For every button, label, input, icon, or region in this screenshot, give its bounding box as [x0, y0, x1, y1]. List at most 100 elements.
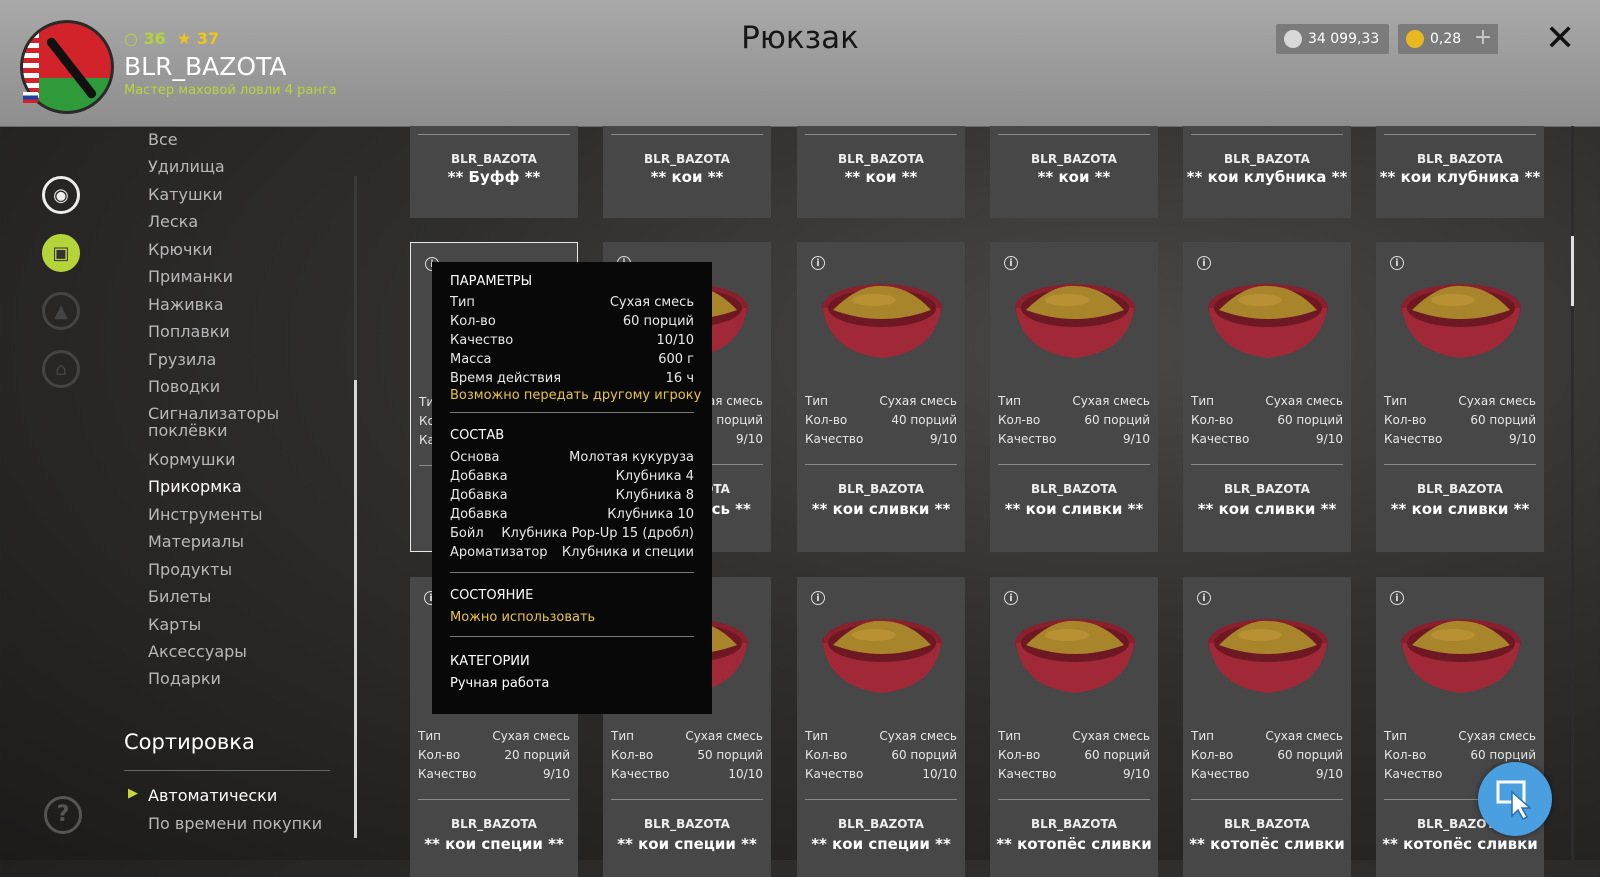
inventory-card[interactable]: BLR_BAZOTA ** Буфф **	[410, 126, 578, 218]
category-item[interactable]: Аксессуары	[148, 642, 247, 661]
stat-label: Качество	[998, 767, 1057, 781]
groundbait-bowl-image	[1398, 282, 1524, 362]
category-item[interactable]: Все	[148, 130, 178, 149]
fish-icon[interactable]: ◉	[42, 176, 80, 214]
stat-value: 9/10	[1316, 767, 1343, 781]
item-owner: BLR_BAZOTA	[838, 482, 924, 496]
silver-balance: 34 099,33	[1276, 24, 1390, 54]
inventory-card[interactable]: i Тип Сухая смесь Кол-во 60 порций Качество 9/…	[990, 242, 1158, 552]
category-item[interactable]: Билеты	[148, 587, 211, 606]
param-value: 600 г	[658, 352, 694, 367]
stat-value: Сухая смесь	[1458, 394, 1536, 408]
composition-value: Клубника Pop-Up 15 (дробл)	[501, 526, 694, 541]
category-item[interactable]: Сигнализаторы поклёвки	[148, 405, 288, 439]
composition-label: Основа	[450, 450, 500, 465]
inventory-card[interactable]: BLR_BAZOTA ** кои **	[797, 126, 965, 218]
divider	[998, 134, 1150, 135]
close-icon[interactable]: ✕	[1545, 19, 1575, 59]
cursor-mode-button[interactable]	[1478, 762, 1552, 836]
category-item[interactable]: Материалы	[148, 532, 244, 551]
info-icon[interactable]: i	[1004, 256, 1018, 270]
category-item[interactable]: Леска	[148, 212, 198, 231]
tent-icon[interactable]: ▲	[42, 292, 80, 330]
param-value: 60 порций	[622, 314, 694, 329]
category-item[interactable]: Наживка	[148, 295, 224, 314]
composition-value: Молотая кукуруза	[569, 450, 694, 465]
stat-value: Сухая смесь	[1072, 394, 1150, 408]
stat-label: Тип	[611, 729, 634, 743]
info-icon[interactable]: i	[811, 591, 825, 605]
info-icon[interactable]: i	[1390, 256, 1404, 270]
composition-value: Клубника 4	[615, 469, 694, 484]
stat-label: Кол-во	[1191, 413, 1234, 427]
category-item[interactable]: Инструменты	[148, 505, 263, 524]
category-item[interactable]: Карты	[148, 615, 201, 634]
category-item[interactable]: Прикормка	[148, 477, 242, 496]
stat-label: Тип	[1384, 394, 1407, 408]
stat-label: Кол-во	[1384, 748, 1427, 762]
info-icon[interactable]: i	[1197, 256, 1211, 270]
category-item[interactable]: Поводки	[148, 377, 220, 396]
stat-value: 10/10	[728, 767, 763, 781]
inventory-card[interactable]: i Тип Сухая смесь Кол-во 60 порций Качество 9/…	[990, 577, 1158, 877]
inventory-card[interactable]: BLR_BAZOTA ** кои **	[603, 126, 771, 218]
help-icon[interactable]: ?	[44, 796, 82, 834]
inventory-card[interactable]: i Тип Сухая смесь Кол-во 60 порций Качество 9/…	[1183, 577, 1351, 877]
item-owner: BLR_BAZOTA	[838, 152, 924, 166]
category-item[interactable]: Удилища	[148, 157, 225, 176]
info-icon[interactable]: i	[1390, 591, 1404, 605]
sort-option-time[interactable]: По времени покупки	[148, 814, 322, 833]
category-item[interactable]: Приманки	[148, 267, 233, 286]
divider	[1191, 799, 1343, 800]
stat-label: Качество	[998, 432, 1057, 446]
category-item[interactable]: Крючки	[148, 240, 213, 259]
stat-row: Тип Сухая смесь	[998, 394, 1150, 410]
divider	[805, 134, 957, 135]
stat-label: Тип	[805, 729, 828, 743]
inventory-card[interactable]: BLR_BAZOTA ** кои клубника **	[1376, 126, 1544, 218]
gold-balance: 0,28	[1398, 24, 1472, 54]
item-owner: BLR_BAZOTA	[1417, 152, 1503, 166]
home-icon[interactable]: ⌂	[42, 350, 80, 388]
category-item[interactable]: Поплавки	[148, 322, 230, 341]
inventory-card[interactable]: i Тип Сухая смесь Кол-во 60 порций Качество 10…	[797, 577, 965, 877]
stat-row: Кол-во 60 порций	[1191, 748, 1343, 764]
info-icon[interactable]: i	[1004, 591, 1018, 605]
stat-value: Сухая смесь	[1458, 729, 1536, 743]
category-item[interactable]: Катушки	[148, 185, 223, 204]
info-icon[interactable]: i	[811, 256, 825, 270]
category-scroll-thumb[interactable]	[354, 380, 357, 838]
stat-label: Кол-во	[805, 748, 848, 762]
stat-label: Качество	[805, 767, 864, 781]
item-owner: BLR_BAZOTA	[1224, 817, 1310, 831]
inventory-card[interactable]: i Тип Сухая смесь Кол-во 40 порций Качество 9/…	[797, 242, 965, 552]
category-item[interactable]: Продукты	[148, 560, 232, 579]
inventory-card[interactable]: BLR_BAZOTA ** кои клубника **	[1183, 126, 1351, 218]
sort-option-auto[interactable]: Автоматически	[148, 786, 277, 805]
inventory-card[interactable]: i Тип Сухая смесь Кол-во 60 порций Качество 9/…	[1183, 242, 1351, 552]
category-item[interactable]: Подарки	[148, 669, 221, 688]
stat-row: Кол-во 50 порций	[611, 748, 763, 764]
divider	[805, 799, 957, 800]
stat-label: Качество	[1191, 432, 1250, 446]
divider	[1384, 134, 1536, 135]
category-item[interactable]: Грузила	[148, 350, 216, 369]
stat-row: Кол-во 60 порций	[998, 748, 1150, 764]
groundbait-bowl-image	[1205, 282, 1331, 362]
grid-scroll-thumb[interactable]	[1571, 236, 1574, 306]
stat-label: Качество	[611, 767, 670, 781]
tooltip-composition-row: Основа Молотая кукуруза	[450, 450, 694, 468]
inventory-card[interactable]: BLR_BAZOTA ** кои **	[990, 126, 1158, 218]
category-item[interactable]: Кормушки	[148, 450, 236, 469]
inventory-card[interactable]: i Тип Сухая смесь Кол-во 60 порций Качество 9/…	[1376, 242, 1544, 552]
composition-label: Добавка	[450, 507, 508, 522]
groundbait-bowl-image	[819, 617, 945, 697]
item-owner: BLR_BAZOTA	[451, 817, 537, 831]
item-name: ** кои специи **	[811, 835, 951, 853]
tooltip-params-title: ПАРАМЕТРЫ	[450, 274, 533, 289]
item-name: ** котопёс сливки	[1382, 835, 1538, 853]
add-currency-button[interactable]: +	[1468, 24, 1498, 54]
info-icon[interactable]: i	[1197, 591, 1211, 605]
item-owner: BLR_BAZOTA	[838, 817, 924, 831]
backpack-icon[interactable]: ▣	[42, 234, 80, 272]
